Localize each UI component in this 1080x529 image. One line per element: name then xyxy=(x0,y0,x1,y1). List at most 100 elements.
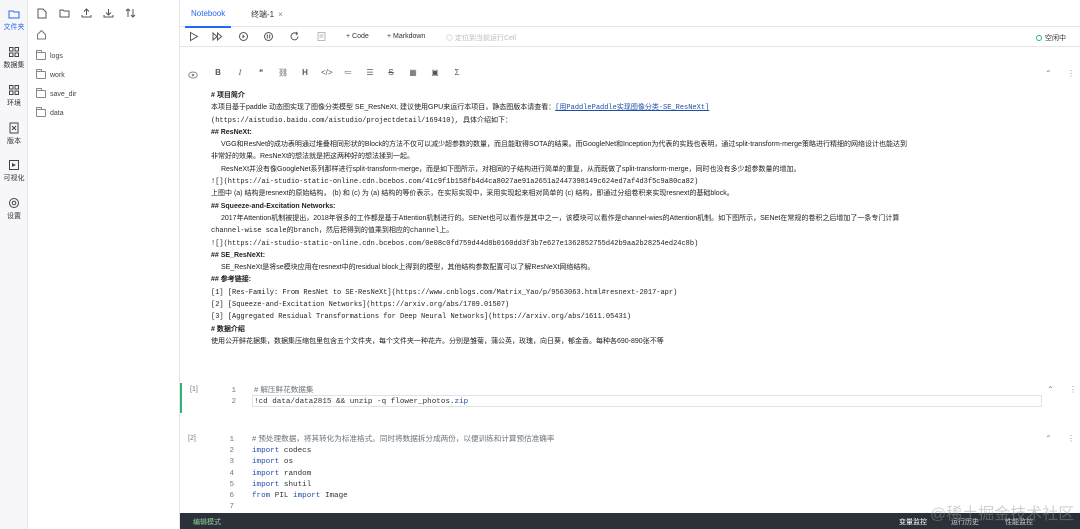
ordered-list-icon[interactable]: ≔ xyxy=(343,68,353,78)
code-text: codecs xyxy=(283,447,312,456)
code-comment: # 解压鲜花数据集 xyxy=(254,385,314,394)
rail-label: 环境 xyxy=(7,100,21,107)
line-number: 6 xyxy=(229,492,234,501)
rail-item-files[interactable]: 文件夹 xyxy=(0,8,28,32)
heading-icon[interactable]: H xyxy=(300,68,310,78)
add-code-button[interactable]: + Code xyxy=(346,33,369,40)
code-text: !cd data/data2815 && unzip -q flower_pho… xyxy=(254,398,455,407)
md-line: ## ResNeXt: xyxy=(211,128,252,136)
run-toolbar: + Code + Markdown ◎ 定位到当前运行Cell 空闲中 xyxy=(180,27,1080,47)
code-line: 1 # 预处理数据，将其转化为标准格式。同时将数据拆分成两份，以便训练和计算预估准… xyxy=(222,433,554,446)
code-editor[interactable]: 1 # 解压鲜花数据集 2 !cd data/data2815 && unzip -… xyxy=(224,384,468,408)
file-item-folder[interactable]: logs xyxy=(36,50,63,62)
bullet-list-icon[interactable]: ☰ xyxy=(365,68,375,78)
md-line: VGG和ResNet的成功表明通过堆叠相同形状的Block的方法不仅可以减少超参… xyxy=(221,141,907,149)
md-line: ResNeXt并没有像GoogleNet系列那样进行split-transfor… xyxy=(221,165,801,173)
code-keyword: import xyxy=(293,492,321,501)
status-label: 空闲中 xyxy=(1045,35,1066,42)
image-icon[interactable]: ▣ xyxy=(430,68,440,78)
md-line: ![](https://ai-studio-static-online.cdn.… xyxy=(211,239,699,248)
md-line: 2017年Attention机制被提出，2018年很多的工作都是基于Attent… xyxy=(221,214,900,222)
status-dot-icon xyxy=(1036,35,1042,41)
refresh-icon[interactable] xyxy=(124,7,136,19)
home-icon[interactable] xyxy=(36,29,47,40)
md-link[interactable]: [用PaddlePaddle实现图像分类-SE_ResNeXt] xyxy=(555,104,709,112)
close-icon[interactable]: × xyxy=(278,10,283,19)
md-line: ## SE_ResNeXt: xyxy=(211,251,266,259)
locate-label: 定位到当前运行Cell xyxy=(454,35,517,42)
cell-prompt: [1] xyxy=(190,386,198,393)
md-line: channel-wise scale的branch，然后把得到的值乘到相应的ch… xyxy=(211,227,454,236)
file-item-label: work xyxy=(50,71,65,79)
upload-icon[interactable] xyxy=(80,7,92,19)
visual-icon xyxy=(9,160,19,170)
italic-icon[interactable]: I xyxy=(235,68,245,78)
line-number: 2 xyxy=(231,398,236,407)
code-icon[interactable]: </> xyxy=(321,68,333,78)
code-text: os xyxy=(283,458,294,467)
rail-item-dataset[interactable]: 数据集 xyxy=(0,46,28,70)
md-text: 本项目基于paddle 动态图实现了图像分类模型 SE_ResNeXt, 建议使… xyxy=(211,104,556,112)
file-item-folder[interactable]: data xyxy=(36,107,64,119)
rail-label: 文件夹 xyxy=(3,24,25,31)
code-editor[interactable]: 1 # 预处理数据，将其转化为标准格式。同时将数据拆分成两份，以便训练和计算预估准… xyxy=(222,433,555,513)
clear-output-icon[interactable] xyxy=(316,31,327,42)
new-file-icon[interactable] xyxy=(36,7,48,19)
rail-label: 版本 xyxy=(7,138,21,145)
folder-icon xyxy=(36,50,46,60)
markdown-toolbar: B I ❝ ⛓ H </> ≔ ☰ S ▦ ▣ Σ ⌃ ⋮ xyxy=(180,66,1080,82)
code-keyword: import xyxy=(252,480,280,489)
download-icon[interactable] xyxy=(102,7,114,19)
restart-run-icon[interactable] xyxy=(238,31,249,42)
markdown-content[interactable]: # 项目简介 本项目基于paddle 动态图实现了图像分类模型 SE_ResNe… xyxy=(211,90,1071,348)
quote-icon[interactable]: ❝ xyxy=(256,68,266,78)
add-markdown-button[interactable]: + Markdown xyxy=(387,33,425,40)
left-rail: 文件夹 数据集 环境 版本 可视化 设置 xyxy=(0,0,28,529)
line-number: 2 xyxy=(229,447,234,456)
code-keyword: zip xyxy=(454,398,469,407)
md-line: ## Squeeze-and-Excitation Networks: xyxy=(211,202,336,210)
cell-more-icon[interactable]: ⋮ xyxy=(1067,69,1075,78)
line-number: 1 xyxy=(231,387,236,395)
file-item-folder[interactable]: save_dir xyxy=(36,88,76,100)
md-line: ## 参考链接: xyxy=(211,276,252,284)
md-line: 上图中 (a) 结构是resnext的原始结构， (b) 和 (c) 为 (a)… xyxy=(211,190,734,198)
code-cell[interactable]: [1] 1 # 解压鲜花数据集 2 !cd data/data2815 && unz… xyxy=(180,383,1080,413)
bold-icon[interactable]: B xyxy=(213,68,223,78)
stop-icon[interactable] xyxy=(263,31,274,42)
code-line: 1 # 解压鲜花数据集 xyxy=(224,384,468,397)
collapse-cell-icon[interactable]: ⌃ xyxy=(1045,69,1052,78)
file-item-folder[interactable]: work xyxy=(36,69,65,81)
cell-prompt: [2] xyxy=(188,435,196,442)
formula-icon[interactable]: Σ xyxy=(452,68,462,78)
line-number: 1 xyxy=(229,436,234,444)
cell-more-icon[interactable]: ⋮ xyxy=(1069,385,1077,394)
variable-monitor-button[interactable]: 变量监控 xyxy=(899,517,927,527)
collapse-cell-icon[interactable]: ⌃ xyxy=(1047,385,1054,394)
new-folder-icon[interactable] xyxy=(58,7,70,19)
tab-notebook[interactable]: Notebook xyxy=(184,9,232,28)
strikethrough-icon[interactable]: S xyxy=(386,68,396,78)
run-all-icon[interactable] xyxy=(212,31,223,42)
preview-eye-icon[interactable] xyxy=(188,71,198,79)
tab-terminal[interactable]: 终端-1 × xyxy=(251,9,283,20)
file-item-label: logs xyxy=(50,52,63,60)
rail-item-visual[interactable]: 可视化 xyxy=(0,159,28,183)
link-icon[interactable]: ⛓ xyxy=(278,68,288,78)
rail-item-env[interactable]: 环境 xyxy=(0,84,28,108)
run-icon[interactable] xyxy=(188,31,199,42)
table-icon[interactable]: ▦ xyxy=(408,68,418,78)
folder-icon xyxy=(8,10,20,19)
rail-item-version[interactable]: 版本 xyxy=(0,122,28,146)
cell-more-icon[interactable]: ⋮ xyxy=(1067,434,1075,443)
restart-icon[interactable] xyxy=(289,31,300,42)
md-line: # 数据介绍 xyxy=(211,325,245,333)
rail-item-settings[interactable]: 设置 xyxy=(0,197,28,221)
code-text: Image xyxy=(324,492,348,501)
code-line: 3 import os xyxy=(222,457,555,468)
line-number: 4 xyxy=(229,469,234,478)
md-line: (https://aistudio.baidu.com/aistudio/pro… xyxy=(211,116,513,125)
collapse-cell-icon[interactable]: ⌃ xyxy=(1045,434,1052,443)
locate-running-cell-button[interactable]: ◎ 定位到当前运行Cell xyxy=(446,33,516,43)
code-text: PIL xyxy=(274,492,289,501)
